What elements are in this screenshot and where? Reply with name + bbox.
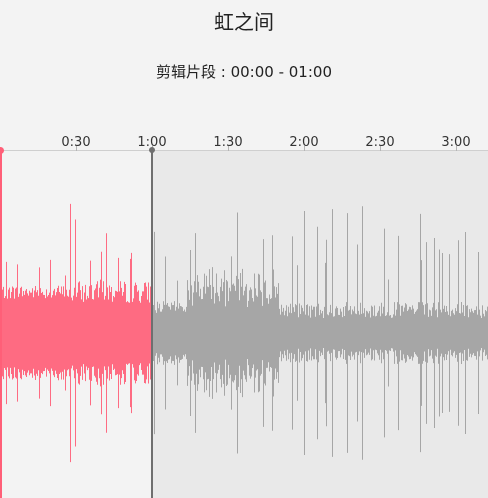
waveform[interactable]	[0, 150, 488, 498]
clip-start-handle[interactable]	[0, 150, 2, 498]
song-title: 虹之间	[214, 10, 274, 34]
clip-end-handle[interactable]	[151, 150, 153, 498]
playhead-handle-icon[interactable]	[149, 147, 155, 153]
clip-range-label: 剪辑片段 : 00:00 - 01:00	[156, 63, 332, 81]
